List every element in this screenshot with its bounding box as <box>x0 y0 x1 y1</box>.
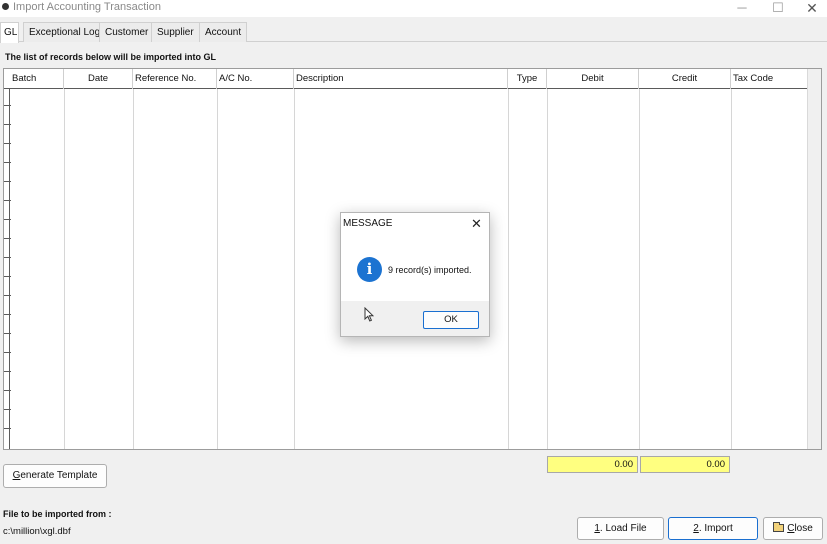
column-header-batch[interactable]: Batch <box>10 69 64 89</box>
row-marker <box>4 371 11 372</box>
import-button[interactable]: 2. Import <box>668 517 758 540</box>
close-label: lose <box>794 523 813 534</box>
column-header-date[interactable]: Date <box>64 69 133 89</box>
generate-template-label: enerate Template <box>20 470 98 481</box>
row-marker <box>4 181 11 182</box>
row-marker <box>4 124 11 125</box>
tab-exceptional-log[interactable]: Exceptional Log <box>23 22 107 42</box>
debit-total: 0.00 <box>547 456 638 473</box>
row-marker <box>4 390 11 391</box>
row-marker <box>4 257 11 258</box>
row-marker <box>4 428 11 429</box>
vertical-scrollbar[interactable] <box>807 69 821 449</box>
minimize-button[interactable]: ─ <box>724 0 760 17</box>
tab-supplier[interactable]: Supplier <box>151 22 200 42</box>
column-header-description[interactable]: Description <box>294 69 508 89</box>
row-marker <box>4 219 11 220</box>
tab-customer[interactable]: Customer <box>99 22 155 42</box>
tab-gl[interactable]: GL <box>0 22 19 43</box>
file-path: c:\million\xgl.dbf <box>3 526 71 537</box>
app-icon <box>2 3 9 10</box>
dialog-message: 9 record(s) imported. <box>388 265 472 275</box>
column-header-tax-code[interactable]: Tax Code <box>731 69 809 89</box>
column-header-debit[interactable]: Debit <box>547 69 639 89</box>
column-header-ac-no[interactable]: A/C No. <box>217 69 294 89</box>
column-divider <box>508 89 509 449</box>
row-marker <box>4 333 11 334</box>
row-marker <box>4 314 11 315</box>
row-marker <box>4 295 11 296</box>
dialog-title: MESSAGE <box>343 218 393 229</box>
load-file-label: . Load File <box>599 523 647 534</box>
import-label: . Import <box>698 523 733 534</box>
tab-account[interactable]: Account <box>199 22 248 42</box>
message-dialog: MESSAGE ✕ i 9 record(s) imported. OK <box>340 212 490 337</box>
column-header-type[interactable]: Type <box>508 69 547 89</box>
column-divider <box>64 89 65 449</box>
file-label: File to be imported from : <box>3 509 112 519</box>
tab-bar: GL Exceptional Log Customer Supplier Acc… <box>0 22 827 43</box>
row-marker <box>4 238 11 239</box>
folder-icon <box>773 522 785 532</box>
column-header-credit[interactable]: Credit <box>639 69 731 89</box>
column-divider <box>294 89 295 449</box>
column-divider <box>547 89 548 449</box>
row-marker <box>4 105 11 106</box>
column-divider <box>133 89 134 449</box>
column-divider <box>639 89 640 449</box>
row-marker <box>4 143 11 144</box>
ok-button[interactable]: OK <box>423 311 479 329</box>
window-title: Import Accounting Transaction <box>13 1 161 13</box>
column-divider <box>731 89 732 449</box>
credit-total: 0.00 <box>640 456 730 473</box>
grid-caption: The list of records below will be import… <box>5 52 217 62</box>
column-header-reference-no[interactable]: Reference No. <box>133 69 217 89</box>
info-icon: i <box>357 257 382 282</box>
row-marker <box>4 162 11 163</box>
title-bar: Import Accounting Transaction ─ ☐ ✕ <box>0 0 827 17</box>
maximize-button[interactable]: ☐ <box>760 0 796 17</box>
close-window-button[interactable]: ✕ <box>794 0 827 17</box>
close-button[interactable]: Close <box>763 517 823 540</box>
grid-header: Batch Date Reference No. A/C No. Descrip… <box>4 69 809 89</box>
row-marker <box>4 276 11 277</box>
generate-template-button[interactable]: Generate Template <box>3 464 107 488</box>
row-marker <box>4 409 11 410</box>
row-marker <box>4 352 11 353</box>
dialog-close-button[interactable]: ✕ <box>471 216 482 232</box>
column-divider <box>217 89 218 449</box>
load-file-button[interactable]: 1. Load File <box>577 517 664 540</box>
row-marker <box>4 200 11 201</box>
